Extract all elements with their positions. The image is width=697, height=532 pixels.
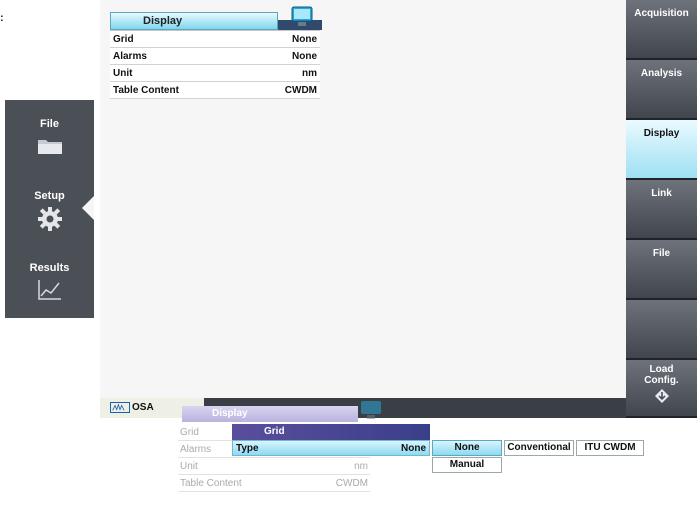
display-panel-title: Display — [110, 12, 278, 30]
display-panel-header: Display — [110, 6, 322, 30]
grid-option-conventional[interactable]: Conventional — [504, 440, 574, 456]
setting-label: Unit — [113, 67, 133, 79]
active-menu-pointer — [82, 196, 94, 220]
setting-row-alarms[interactable]: Alarms None — [110, 48, 320, 65]
left-menu-file[interactable]: File — [5, 118, 94, 159]
softkey-label — [626, 300, 697, 308]
softkey-empty[interactable] — [626, 300, 697, 360]
setting-value: nm — [354, 460, 368, 472]
grid-option-manual[interactable]: Manual — [432, 457, 502, 473]
softkey-label: File — [652, 248, 671, 259]
chart-icon — [37, 280, 61, 300]
setting-row-unit[interactable]: Unit nm — [110, 65, 320, 82]
grid-option-itu-cwdm[interactable]: ITU CWDM — [576, 440, 644, 456]
setting-label: Unit — [180, 460, 198, 472]
softkey-label: Analysis — [640, 68, 683, 79]
snapshot-title: Display — [182, 406, 358, 422]
gear-icon — [37, 207, 62, 231]
snapshot-header: Display — [178, 400, 428, 424]
softkey-display[interactable]: Display — [626, 120, 697, 180]
display-settings-list: Grid None Alarms None Unit nm Table Cont… — [110, 30, 320, 99]
setting-value: nm — [302, 67, 317, 79]
setting-label: Alarms — [180, 443, 212, 455]
softkey-link[interactable]: Link — [626, 180, 697, 240]
setting-row-grid[interactable]: Grid None — [110, 31, 320, 48]
setting-label: Table Content — [180, 477, 242, 489]
setting-row-table-content[interactable]: Table Content CWDM — [110, 82, 320, 99]
setting-value: CWDM — [335, 477, 368, 489]
corner-mark: : — [0, 12, 4, 24]
left-menu-setup[interactable]: Setup — [5, 190, 94, 235]
osa-tab-label: OSA — [132, 402, 154, 413]
left-setup-menu: File Setup Results — [5, 100, 94, 318]
display-settings-panel: Display Grid None Alarms None Unit nm Ta… — [110, 6, 322, 99]
snapshot-row-unit: Unit nm — [178, 458, 370, 475]
grid-submenu-title: Grid — [232, 424, 430, 440]
softkey-file[interactable]: File — [626, 240, 697, 300]
softkey-label: Link — [651, 188, 672, 199]
setting-value: CWDM — [284, 84, 317, 96]
grid-type-label: Type — [236, 442, 259, 454]
grid-type-row[interactable]: Type None — [232, 440, 430, 456]
softkey-label: Display — [643, 128, 680, 139]
load-config-icon — [654, 389, 669, 403]
display-monitor-icon — [361, 401, 381, 419]
left-menu-label: Results — [29, 262, 70, 274]
left-menu-label: File — [40, 118, 59, 130]
left-menu-results[interactable]: Results — [5, 262, 94, 305]
snapshot-row-table-content: Table Content CWDM — [178, 475, 370, 492]
grid-type-dropdown-snapshot: Display Grid Alarms Unit nm Table Conten… — [178, 400, 648, 532]
softkey-label: Load Config. — [644, 364, 679, 386]
grid-option-none[interactable]: None — [432, 440, 502, 456]
softkey-label: Acquisition — [634, 8, 689, 19]
setting-value: None — [292, 33, 317, 45]
setting-label: Table Content — [113, 84, 179, 96]
setting-label: Grid — [113, 33, 134, 45]
osa-waveform-icon — [110, 402, 130, 413]
folder-icon — [37, 140, 62, 154]
left-menu-label: Setup — [34, 190, 65, 202]
display-monitor-icon — [291, 6, 313, 26]
softkey-analysis[interactable]: Analysis — [626, 60, 697, 120]
setting-label: Alarms — [113, 50, 147, 62]
setting-label: Grid — [180, 426, 199, 438]
softkey-acquisition[interactable]: Acquisition — [626, 0, 697, 60]
setting-value: None — [292, 50, 317, 62]
grid-type-value: None — [401, 442, 426, 454]
softkey-panel: Acquisition Analysis Display Link File L… — [626, 0, 697, 418]
